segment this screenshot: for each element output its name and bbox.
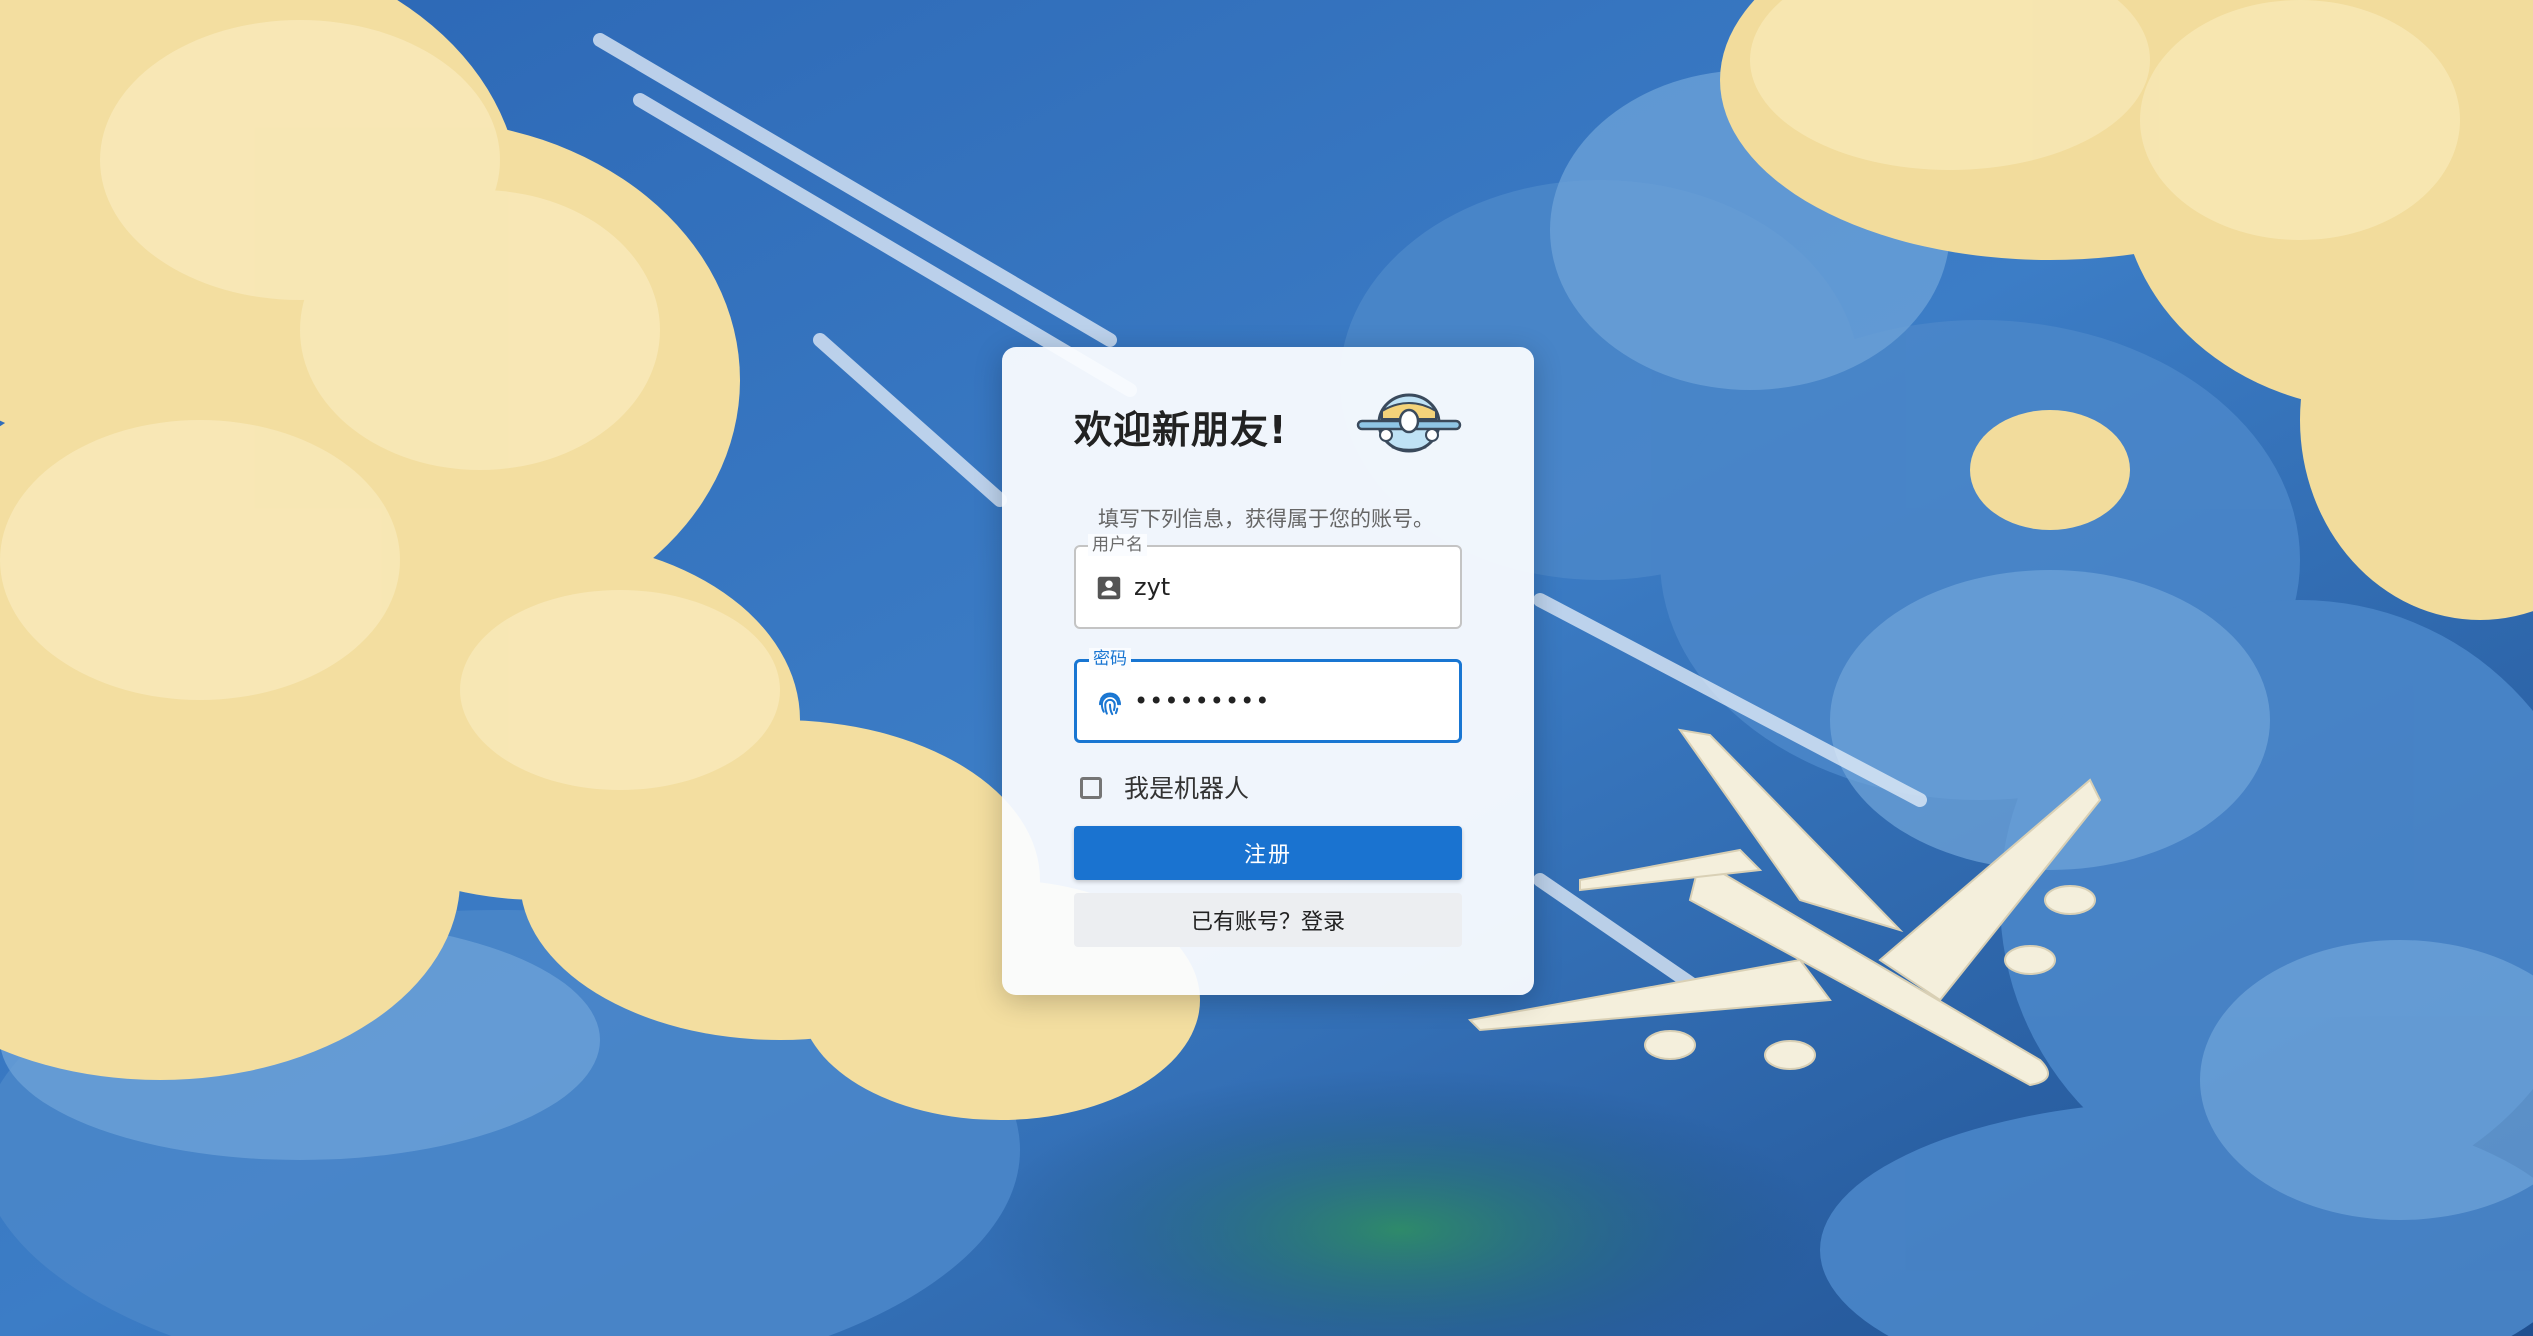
register-card: 欢迎新朋友! 填写下列信息，获得属于您的账号。 用户名 zyt 密码 •••••… xyxy=(1002,347,1534,995)
page-title: 欢迎新朋友! xyxy=(1074,408,1288,452)
login-link-button[interactable]: 已有账号？登录 xyxy=(1074,893,1462,947)
fingerprint-icon xyxy=(1099,692,1121,716)
account-box-icon xyxy=(1097,576,1121,600)
username-label: 用户名 xyxy=(1088,534,1147,556)
password-input[interactable]: ••••••••• xyxy=(1134,686,1270,716)
robot-checkbox-label[interactable]: 我是机器人 xyxy=(1124,773,1249,805)
username-field[interactable]: 用户名 zyt xyxy=(1074,534,1462,629)
airplane-mascot-icon xyxy=(1356,393,1462,453)
register-button[interactable]: 注册 xyxy=(1074,826,1462,880)
username-input[interactable]: zyt xyxy=(1134,572,1170,602)
password-label: 密码 xyxy=(1089,648,1131,670)
password-field[interactable]: 密码 ••••••••• xyxy=(1074,648,1462,743)
robot-checkbox[interactable] xyxy=(1080,777,1102,799)
form-subtitle: 填写下列信息，获得属于您的账号。 xyxy=(1098,507,1434,531)
